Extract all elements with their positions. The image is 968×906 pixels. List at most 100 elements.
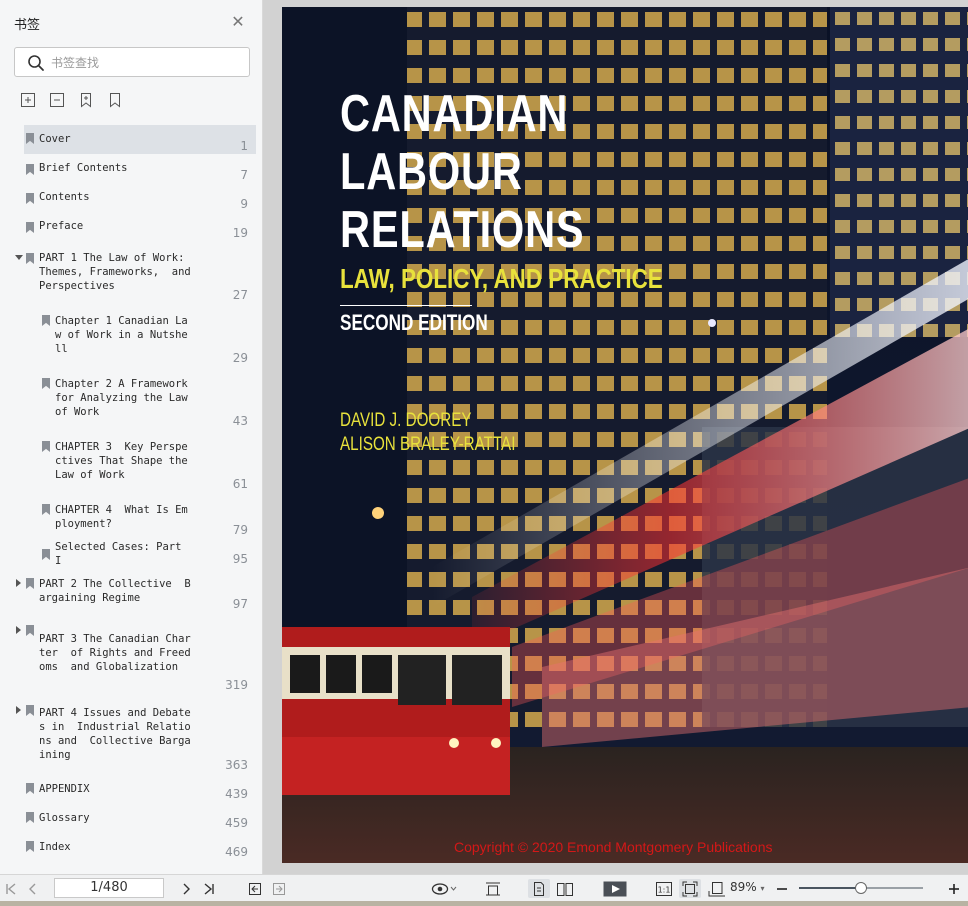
zoom-slider-handle[interactable]	[855, 882, 867, 894]
bookmark-label: Chapter 1 Canadian La w of Work in a Nut…	[55, 315, 188, 355]
bookmark-item-brief-contents[interactable]: Brief Contents 7	[24, 154, 256, 183]
bookmark-flag-icon	[26, 133, 34, 144]
bookmark-flag-icon	[26, 841, 34, 852]
go-back-icon[interactable]	[247, 879, 263, 898]
bookmark-flag-icon	[42, 549, 50, 560]
bookmark-flag-icon	[26, 193, 34, 204]
bookmark-label: APPENDIX	[39, 783, 90, 795]
play-slideshow-icon[interactable]	[602, 879, 628, 898]
bookmark-label: CHAPTER 3 Key Perspe ctives That Shape t…	[55, 441, 188, 481]
bookmark-label: PART 4 Issues and Debate s in Industrial…	[39, 707, 191, 761]
bookmark-label: Chapter 2 A Framework for Analyzing the …	[55, 378, 188, 418]
bookmark-label: CHAPTER 4 What Is Em ployment?	[55, 504, 188, 530]
bookmark-page: 363	[225, 758, 248, 772]
author-1: DAVID J. DOOREY	[340, 410, 472, 431]
bookmark-page: 97	[232, 597, 248, 611]
two-page-icon[interactable]	[554, 879, 576, 898]
go-forward-icon[interactable]	[271, 879, 287, 898]
bookmark-icon[interactable]	[107, 92, 123, 108]
bookmark-page: 43	[232, 414, 248, 428]
bookmark-flag-icon	[26, 783, 34, 794]
bookmark-search-input[interactable]	[51, 53, 241, 73]
bookmark-item-chapter-1[interactable]: Chapter 1 Canadian La w of Work in a Nut…	[40, 312, 256, 372]
book-title: CANADIAN LABOUR RELATIONS	[340, 85, 584, 259]
bookmark-flag-icon	[26, 253, 34, 264]
close-icon[interactable]: ✕	[230, 14, 246, 30]
single-page-icon[interactable]	[484, 879, 502, 898]
bookmark-item-glossary[interactable]: Glossary 459	[24, 809, 256, 838]
bookmark-page: 1	[240, 139, 248, 153]
zoom-level-value: 89%	[730, 880, 757, 894]
bookmark-search-box[interactable]	[14, 47, 250, 77]
bookmark-tree: Cover 1 Brief Contents 7 Contents 9 Pref…	[0, 124, 263, 869]
bookmark-page: 319	[225, 678, 248, 692]
bookmark-label: Glossary	[39, 812, 90, 824]
eye-comfort-icon[interactable]	[430, 879, 458, 898]
bookmark-page: 29	[232, 351, 248, 365]
chevron-down-icon[interactable]: ▾	[761, 884, 765, 893]
expand-arrow-icon[interactable]	[16, 579, 21, 587]
expand-all-icon[interactable]	[20, 92, 36, 108]
bookmark-page: 9	[240, 197, 248, 211]
bookmark-label: Contents	[39, 191, 90, 203]
page-number-input[interactable]: 1/480	[54, 878, 164, 898]
bookmark-flag-icon	[42, 504, 50, 515]
search-icon	[28, 55, 44, 71]
title-line-1: CANADIAN	[340, 85, 569, 143]
zoom-in-icon[interactable]	[946, 879, 962, 898]
zoom-out-icon[interactable]	[774, 879, 790, 898]
bookmark-page: 7	[240, 168, 248, 182]
zoom-level[interactable]: 89% ▾	[730, 880, 765, 894]
bookmark-page: 459	[225, 816, 248, 830]
bookmark-item-part-4[interactable]: PART 4 Issues and Debate s in Industrial…	[12, 704, 256, 776]
collapse-all-icon[interactable]	[49, 92, 65, 108]
bookmark-flag-icon	[42, 378, 50, 389]
fit-width-icon[interactable]	[707, 879, 727, 898]
bookmark-item-selected-cases[interactable]: Selected Cases: Part I 95	[40, 538, 256, 570]
bookmark-item-part-2[interactable]: PART 2 The Collective B argaining Regime…	[12, 575, 256, 615]
bookmark-page: 95	[232, 552, 248, 566]
add-bookmark-icon[interactable]	[78, 92, 94, 108]
bookmark-label: Cover	[39, 133, 71, 145]
expand-arrow-icon[interactable]	[16, 706, 21, 714]
bookmark-item-part-3[interactable]: PART 3 The Canadian Char ter of Rights a…	[12, 624, 256, 696]
bookmark-page: 27	[232, 288, 248, 302]
zoom-slider[interactable]	[799, 882, 923, 894]
subtitle-divider	[340, 305, 472, 306]
bookmark-page: 61	[232, 477, 248, 491]
bookmarks-panel: 书签 ✕ Cover 1	[0, 0, 263, 874]
panel-title: 书签	[14, 18, 41, 33]
bookmark-item-chapter-4[interactable]: CHAPTER 4 What Is Em ployment? 79	[40, 501, 256, 541]
bookmark-flag-icon	[42, 441, 50, 452]
bookmark-flag-icon	[26, 812, 34, 823]
author-2: ALISON BRALEY-RATTAI	[340, 434, 516, 455]
bookmark-flag-icon	[26, 222, 34, 233]
first-page-icon[interactable]	[4, 879, 18, 898]
actual-size-icon[interactable]: 1:1	[655, 879, 673, 898]
bookmark-item-part-1[interactable]: PART 1 The Law of Work: Themes, Framewor…	[12, 248, 256, 306]
bookmark-item-preface[interactable]: Preface 19	[24, 212, 256, 241]
bookmark-item-appendix[interactable]: APPENDIX 439	[24, 780, 256, 809]
document-viewport[interactable]: CANADIAN LABOUR RELATIONS LAW, POLICY, A…	[263, 0, 968, 874]
continuous-view-icon[interactable]	[528, 879, 550, 898]
bookmark-label: PART 3 The Canadian Char ter of Rights a…	[39, 633, 191, 673]
bookmark-item-chapter-3[interactable]: CHAPTER 3 Key Perspe ctives That Shape t…	[40, 438, 256, 498]
bookmark-item-index[interactable]: Index 469	[24, 838, 256, 867]
bookmark-item-chapter-2[interactable]: Chapter 2 A Framework for Analyzing the …	[40, 375, 256, 435]
desktop-strip	[0, 901, 968, 906]
collapse-arrow-icon[interactable]	[15, 255, 23, 260]
book-subtitle: LAW, POLICY, AND PRACTICE	[340, 263, 663, 294]
prev-page-icon[interactable]	[26, 879, 40, 898]
next-page-icon[interactable]	[179, 879, 193, 898]
last-page-icon[interactable]	[202, 879, 216, 898]
expand-arrow-icon[interactable]	[16, 626, 21, 634]
bookmark-flag-icon	[26, 164, 34, 175]
bookmark-item-contents[interactable]: Contents 9	[24, 183, 256, 212]
fit-page-icon[interactable]	[679, 879, 701, 898]
cover-page[interactable]: CANADIAN LABOUR RELATIONS LAW, POLICY, A…	[282, 7, 968, 863]
bookmark-label: Preface	[39, 220, 84, 232]
bottom-toolbar: 1/480 1:1 89% ▾	[0, 874, 968, 901]
bookmark-toolbar	[20, 92, 123, 108]
bookmark-item-cover[interactable]: Cover 1	[24, 125, 256, 154]
bookmark-page: 469	[225, 845, 248, 859]
